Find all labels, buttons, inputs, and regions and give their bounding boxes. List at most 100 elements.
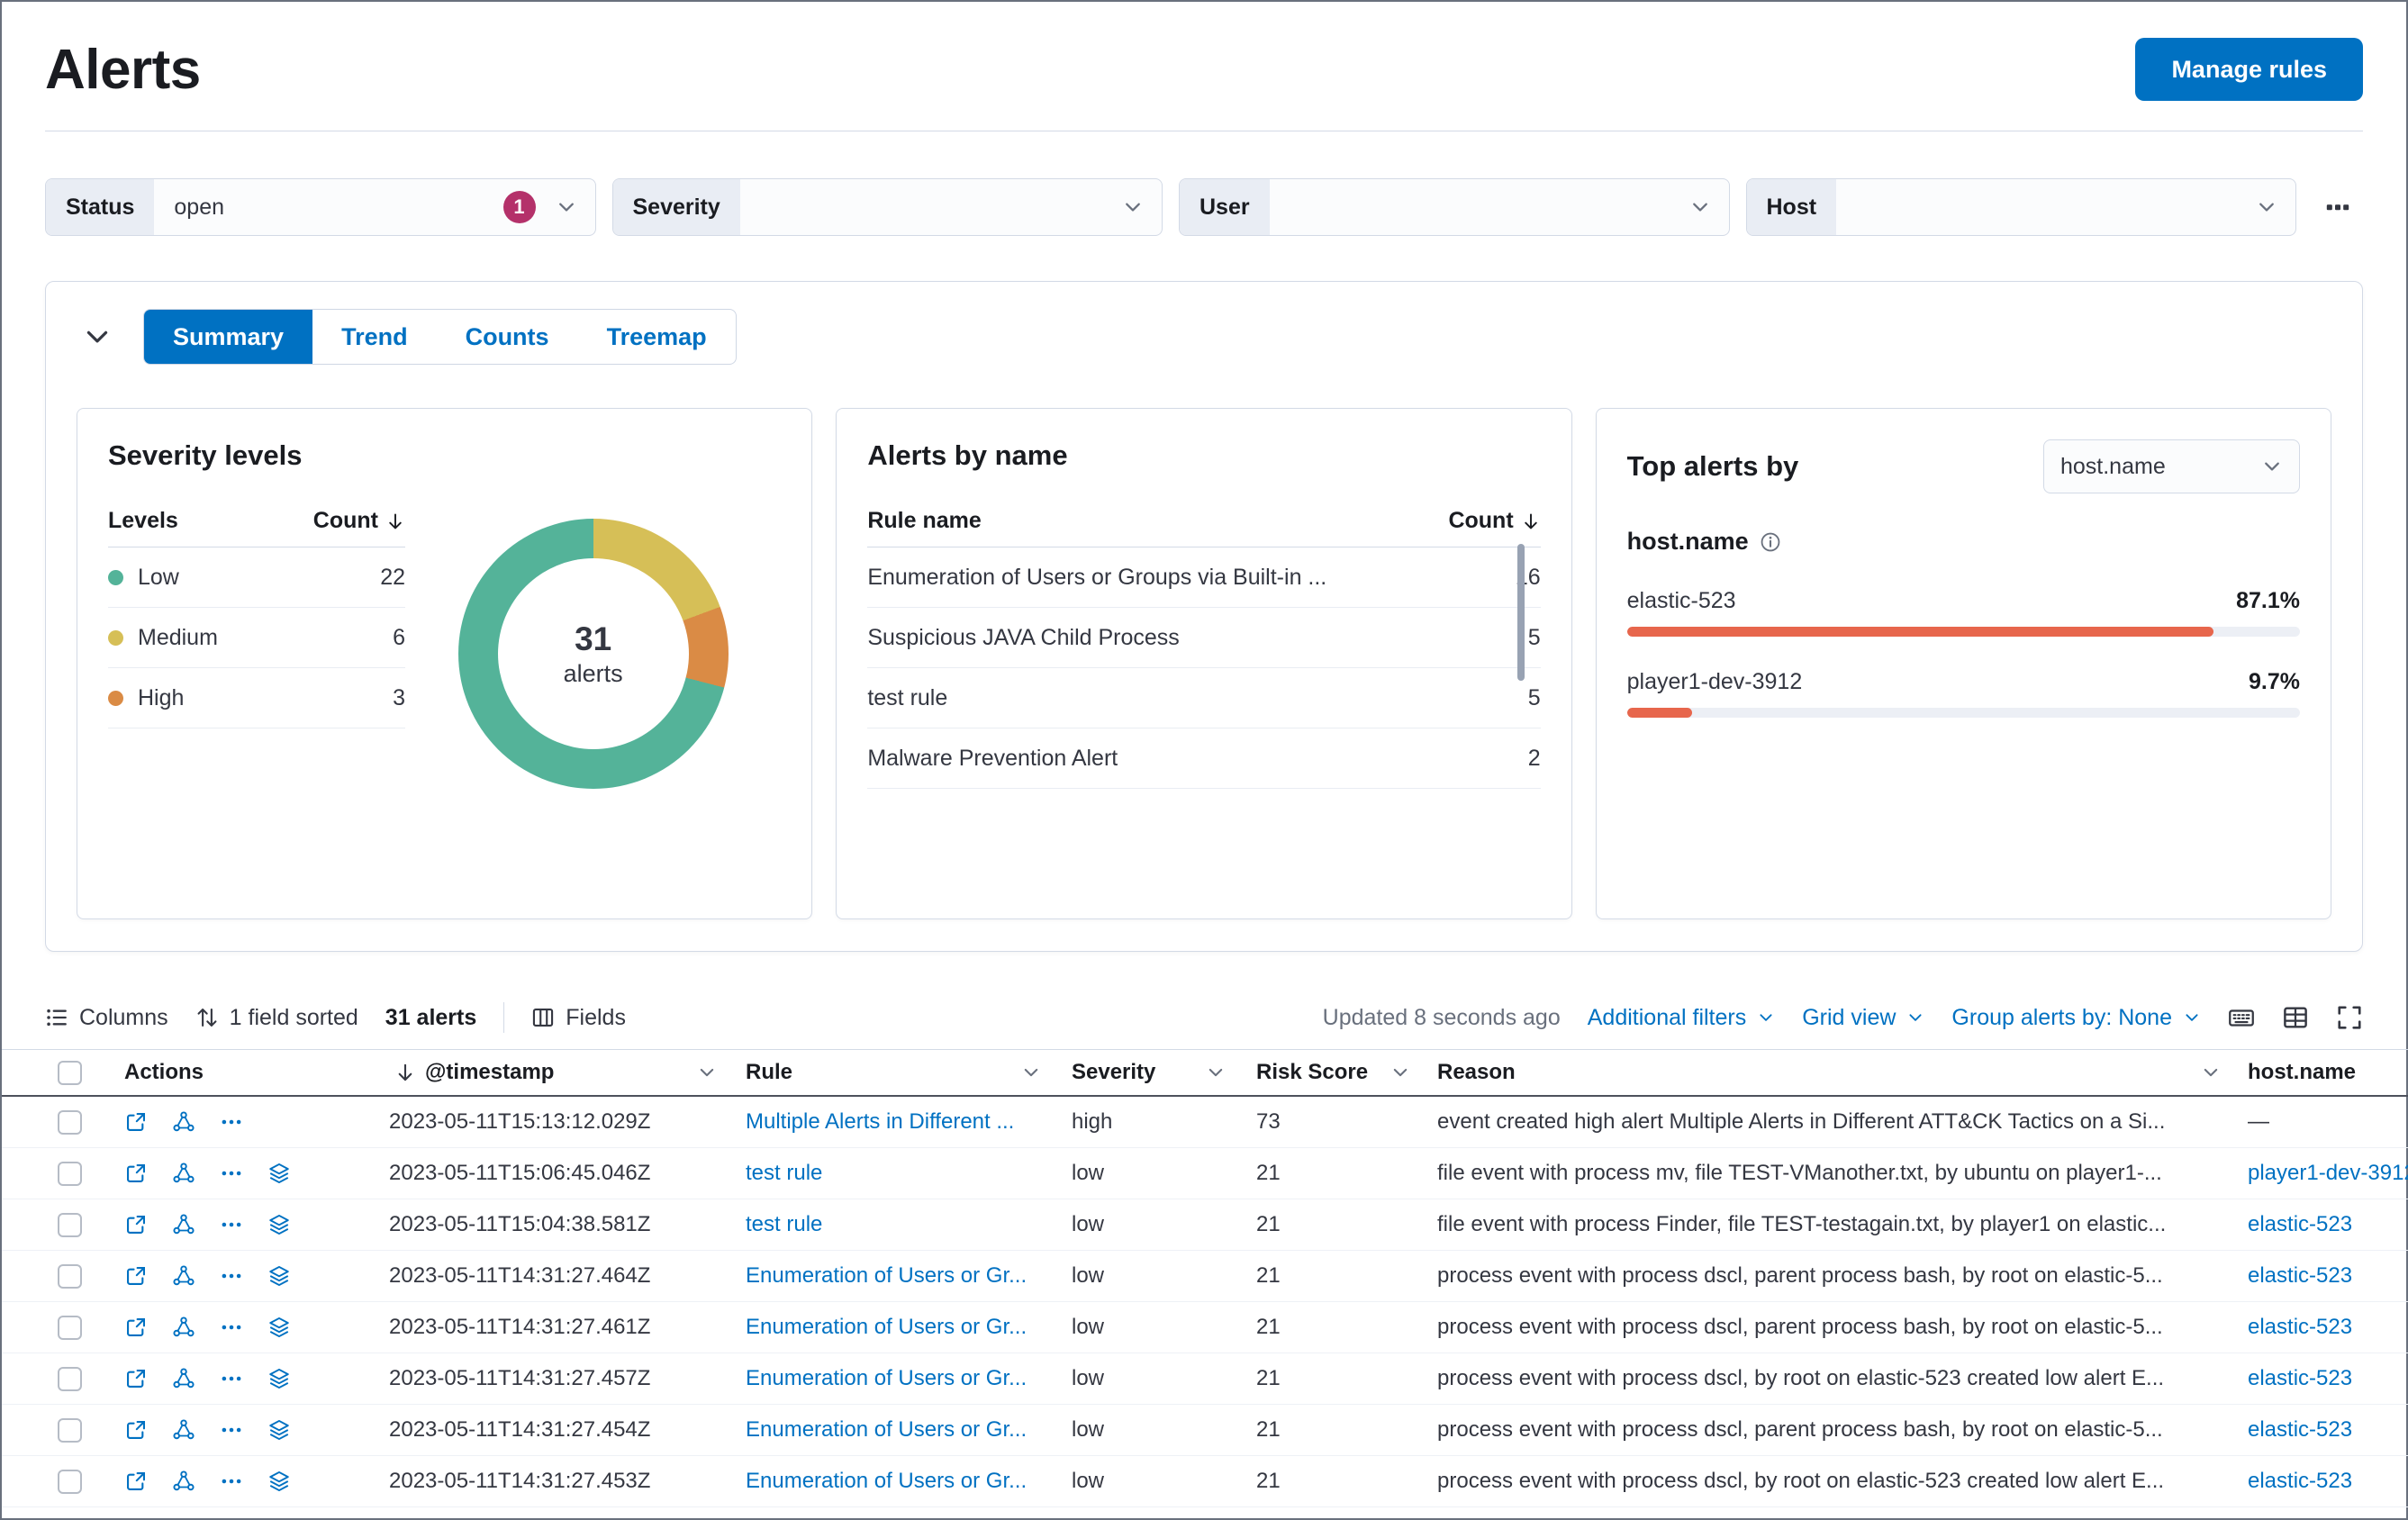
host-header[interactable]: host.name	[2235, 1050, 2408, 1095]
rule-link[interactable]: Enumeration of Users or Gr...	[746, 1366, 1027, 1391]
more-actions-icon[interactable]	[220, 1110, 243, 1134]
additional-filters-button[interactable]: Additional filters	[1588, 1005, 1775, 1031]
timestamp-cell: 2023-05-11T14:31:27.457Z	[389, 1366, 651, 1390]
group-alerts-by-button[interactable]: Group alerts by: None	[1951, 1005, 2201, 1031]
chevron-down-icon	[2183, 1009, 2201, 1027]
analyze-event-icon[interactable]	[172, 1316, 195, 1339]
row-checkbox[interactable]	[58, 1366, 82, 1391]
analyze-event-icon[interactable]	[172, 1470, 195, 1493]
session-view-icon[interactable]	[267, 1470, 291, 1493]
row-checkbox[interactable]	[58, 1469, 82, 1494]
risk-score-cell: 73	[1256, 1109, 1281, 1134]
tab-treemap[interactable]: Treemap	[578, 310, 736, 364]
analyze-event-icon[interactable]	[172, 1110, 195, 1134]
session-view-icon[interactable]	[267, 1418, 291, 1442]
rule-link[interactable]: Enumeration of Users or Gr...	[746, 1315, 1027, 1340]
severity-col-count[interactable]: Count	[313, 508, 405, 534]
session-view-icon[interactable]	[267, 1213, 291, 1236]
fullscreen-icon	[2336, 1004, 2363, 1031]
host-value-link[interactable]: player1-dev-3912	[1627, 669, 1803, 695]
fields-button[interactable]: Fields	[531, 1005, 626, 1031]
expand-alert-icon[interactable]	[124, 1213, 148, 1236]
more-filters-button[interactable]	[2313, 182, 2363, 232]
column-menu-icon	[1206, 1063, 1226, 1082]
host-link[interactable]: elastic-523	[2248, 1469, 2352, 1494]
rule-header[interactable]: Rule	[731, 1050, 1055, 1095]
charts-panel: Summary Trend Counts Treemap Severity le…	[45, 281, 2363, 952]
row-checkbox[interactable]	[58, 1109, 82, 1135]
rule-link[interactable]: test rule	[746, 1161, 822, 1186]
select-all-checkbox[interactable]	[58, 1060, 82, 1085]
host-link[interactable]: elastic-523	[2248, 1263, 2352, 1289]
row-checkbox[interactable]	[58, 1417, 82, 1443]
user-filter[interactable]: User	[1179, 178, 1730, 236]
expand-alert-icon[interactable]	[124, 1418, 148, 1442]
session-view-icon[interactable]	[267, 1162, 291, 1185]
sorted-fields-button[interactable]: 1 field sorted	[195, 1005, 358, 1031]
reason-header[interactable]: Reason	[1425, 1050, 2235, 1095]
more-actions-icon[interactable]	[220, 1316, 243, 1339]
user-filter-label: User	[1180, 179, 1270, 235]
table-row: 2023-05-11T14:31:27.461Z Enumeration of …	[2, 1302, 2408, 1353]
row-checkbox[interactable]	[58, 1315, 82, 1340]
tab-trend[interactable]: Trend	[312, 310, 437, 364]
timestamp-header[interactable]: @timestamp	[380, 1050, 731, 1095]
rule-link[interactable]: test rule	[746, 1212, 822, 1237]
expand-alert-icon[interactable]	[124, 1470, 148, 1493]
columns-button[interactable]: Columns	[45, 1005, 168, 1031]
session-view-icon[interactable]	[267, 1367, 291, 1390]
fullscreen-button[interactable]	[2336, 1004, 2363, 1031]
rule-link[interactable]: Enumeration of Users or Gr...	[746, 1417, 1027, 1443]
analyze-event-icon[interactable]	[172, 1264, 195, 1288]
row-checkbox[interactable]	[58, 1263, 82, 1289]
risk-score-cell: 21	[1256, 1315, 1281, 1339]
host-value-link[interactable]: elastic-523	[1627, 588, 1736, 614]
host-link[interactable]: player1-dev-3912	[2248, 1161, 2408, 1186]
count-col[interactable]: Count	[1448, 508, 1540, 534]
top-alerts-field-select[interactable]: host.name	[2042, 439, 2300, 493]
expand-alert-icon[interactable]	[124, 1367, 148, 1390]
more-actions-icon[interactable]	[220, 1470, 243, 1493]
host-link[interactable]: elastic-523	[2248, 1315, 2352, 1340]
info-icon[interactable]	[1760, 531, 1781, 553]
row-checkbox[interactable]	[58, 1212, 82, 1237]
grid-view-button[interactable]: Grid view	[1802, 1005, 1924, 1031]
analyze-event-icon[interactable]	[172, 1162, 195, 1185]
host-link[interactable]: elastic-523	[2248, 1212, 2352, 1237]
reason-cell: process event with process dscl, by root…	[1437, 1469, 2165, 1493]
analyze-event-icon[interactable]	[172, 1213, 195, 1236]
collapse-charts-button[interactable]	[77, 316, 118, 357]
manage-rules-button[interactable]: Manage rules	[2135, 38, 2363, 101]
scrollbar-thumb[interactable]	[1516, 544, 1525, 681]
risk-score-header[interactable]: Risk Score	[1240, 1050, 1425, 1095]
progress-bar	[1626, 627, 2300, 637]
tab-summary[interactable]: Summary	[144, 310, 313, 364]
session-view-icon[interactable]	[267, 1264, 291, 1288]
more-actions-icon[interactable]	[220, 1264, 243, 1288]
severity-filter[interactable]: Severity	[611, 178, 1163, 236]
rule-link[interactable]: Multiple Alerts in Different ...	[746, 1109, 1014, 1135]
analyze-event-icon[interactable]	[172, 1367, 195, 1390]
more-actions-icon[interactable]	[220, 1418, 243, 1442]
expand-alert-icon[interactable]	[124, 1162, 148, 1185]
expand-alert-icon[interactable]	[124, 1264, 148, 1288]
expand-alert-icon[interactable]	[124, 1110, 148, 1134]
grid-display-button[interactable]	[2282, 1004, 2309, 1031]
rule-link[interactable]: Enumeration of Users or Gr...	[746, 1263, 1027, 1289]
rule-link[interactable]: Enumeration of Users or Gr...	[746, 1469, 1027, 1494]
row-checkbox[interactable]	[58, 1161, 82, 1186]
status-filter[interactable]: Status open 1	[45, 178, 596, 236]
more-actions-icon[interactable]	[220, 1162, 243, 1185]
host-link[interactable]: elastic-523	[2248, 1417, 2352, 1443]
analyze-event-icon[interactable]	[172, 1418, 195, 1442]
host-filter[interactable]: Host	[1745, 178, 2296, 236]
severity-cell: low	[1072, 1417, 1105, 1442]
severity-header[interactable]: Severity	[1055, 1050, 1240, 1095]
expand-alert-icon[interactable]	[124, 1316, 148, 1339]
more-actions-icon[interactable]	[220, 1367, 243, 1390]
keyboard-shortcuts-button[interactable]	[2228, 1004, 2255, 1031]
session-view-icon[interactable]	[267, 1316, 291, 1339]
host-link[interactable]: elastic-523	[2248, 1366, 2352, 1391]
tab-counts[interactable]: Counts	[437, 310, 578, 364]
more-actions-icon[interactable]	[220, 1213, 243, 1236]
